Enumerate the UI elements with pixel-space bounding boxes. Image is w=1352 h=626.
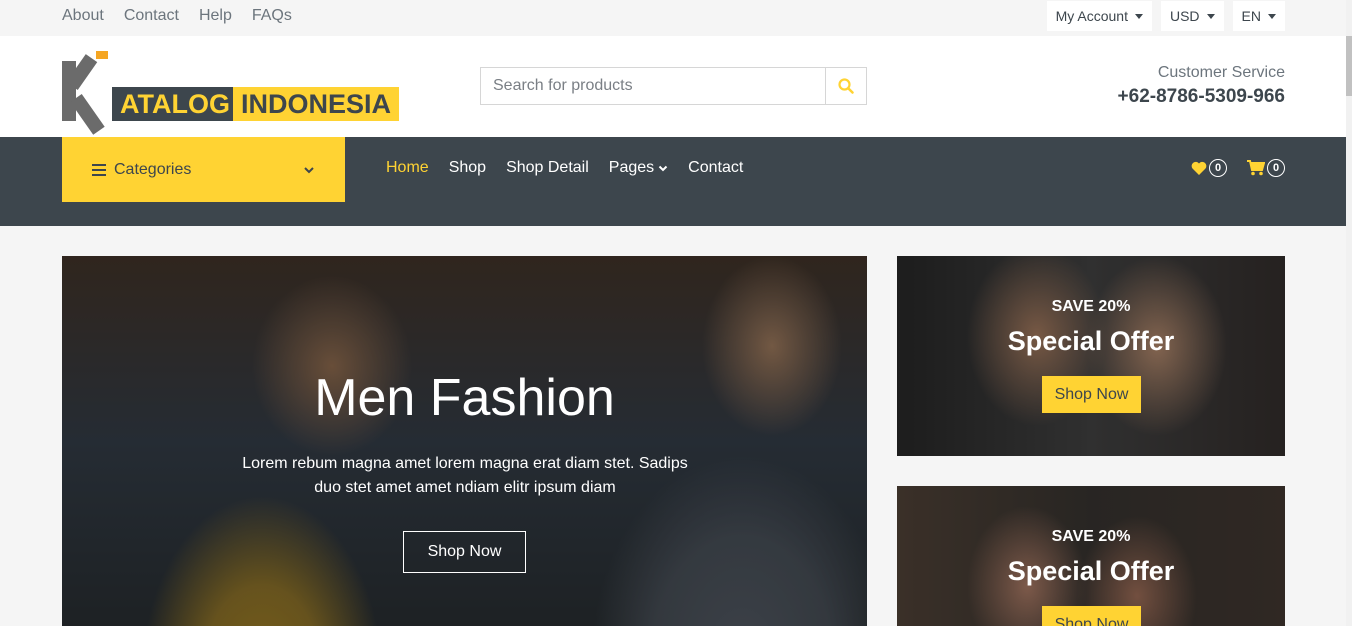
main-navbar: Categories Home Shop Shop Detail Pages C… [0, 137, 1352, 226]
search-button[interactable] [825, 68, 866, 104]
special-offer-card: SAVE 20% Special Offer Shop Now [897, 256, 1285, 456]
nav-shop[interactable]: Shop [449, 159, 486, 177]
page-scrollbar[interactable] [1346, 0, 1352, 626]
currency-label: USD [1169, 8, 1200, 24]
offer-save-label: SAVE 20% [1051, 528, 1131, 545]
cart-button[interactable]: 0 [1247, 159, 1285, 177]
scrollbar-thumb[interactable] [1346, 36, 1352, 96]
nav-contact[interactable]: Contact [688, 159, 743, 177]
logo-word-1: ATALOG [112, 87, 238, 121]
cart-count: 0 [1267, 159, 1285, 177]
language-label: EN [1241, 8, 1261, 24]
hero-description: Lorem rebum magna amet lorem magna erat … [242, 455, 688, 496]
categories-toggle[interactable]: Categories [62, 137, 345, 202]
currency-dropdown[interactable]: USD [1160, 1, 1224, 31]
offer-title: Special Offer [1007, 556, 1175, 586]
nav-home[interactable]: Home [386, 159, 429, 177]
hero-carousel: Men Fashion Lorem rebum magna amet lorem… [62, 256, 867, 626]
logo-k-dot [96, 51, 108, 59]
language-dropdown[interactable]: EN [1232, 1, 1285, 31]
chevron-down-icon [658, 165, 668, 171]
special-offer-card: SAVE 20% Special Offer Shop Now [897, 486, 1285, 626]
offer-shop-now-button[interactable]: Shop Now [1042, 376, 1141, 413]
offer-shop-now-button[interactable]: Shop Now [1042, 606, 1141, 626]
customer-service-phone: +62-8786-5309-966 [1117, 86, 1285, 107]
nav-icons: 0 0 [1191, 159, 1285, 177]
top-link-about[interactable]: About [62, 7, 104, 25]
caret-down-icon [1268, 13, 1276, 19]
caret-down-icon [1206, 13, 1215, 19]
top-bar: About Contact Help FAQs My Account USD E… [0, 0, 1352, 36]
top-link-faqs[interactable]: FAQs [252, 7, 292, 25]
nav-pages[interactable]: Pages [609, 159, 668, 177]
top-link-help[interactable]: Help [199, 7, 232, 25]
search-input[interactable] [481, 68, 825, 104]
hero-shop-now-button[interactable]: Shop Now [403, 531, 526, 573]
search-bar [480, 67, 867, 105]
my-account-dropdown[interactable]: My Account [1046, 1, 1152, 31]
nav-pages-label: Pages [608, 159, 655, 176]
nav-shop-detail[interactable]: Shop Detail [506, 159, 589, 177]
categories-label: Categories [114, 160, 192, 178]
customer-service: Customer Service +62-8786-5309-966 [1118, 64, 1285, 108]
wishlist-count: 0 [1209, 159, 1227, 177]
top-links: About Contact Help FAQs [62, 7, 312, 25]
top-buttons: My Account USD EN [1046, 1, 1285, 31]
my-account-label: My Account [1055, 8, 1128, 24]
customer-service-label: Customer Service [1157, 64, 1285, 81]
nav-menu: Home Shop Shop Detail Pages Contact [386, 159, 763, 177]
menu-icon [92, 163, 106, 176]
shopping-cart-icon [1247, 160, 1265, 176]
offer-save-label: SAVE 20% [1051, 298, 1131, 315]
caret-down-icon [1134, 13, 1143, 19]
header: ATALOG INDONESIA Customer Service +62-87… [0, 36, 1352, 137]
heart-icon [1191, 161, 1207, 175]
site-logo[interactable]: ATALOG INDONESIA [62, 51, 400, 135]
logo-word-2: INDONESIA [233, 87, 400, 121]
offer-title: Special Offer [1007, 326, 1175, 356]
search-icon [838, 78, 854, 94]
wishlist-button[interactable]: 0 [1191, 159, 1227, 177]
hero-title: Men Fashion [314, 369, 615, 427]
chevron-down-icon [304, 166, 314, 173]
top-link-contact[interactable]: Contact [124, 7, 179, 25]
